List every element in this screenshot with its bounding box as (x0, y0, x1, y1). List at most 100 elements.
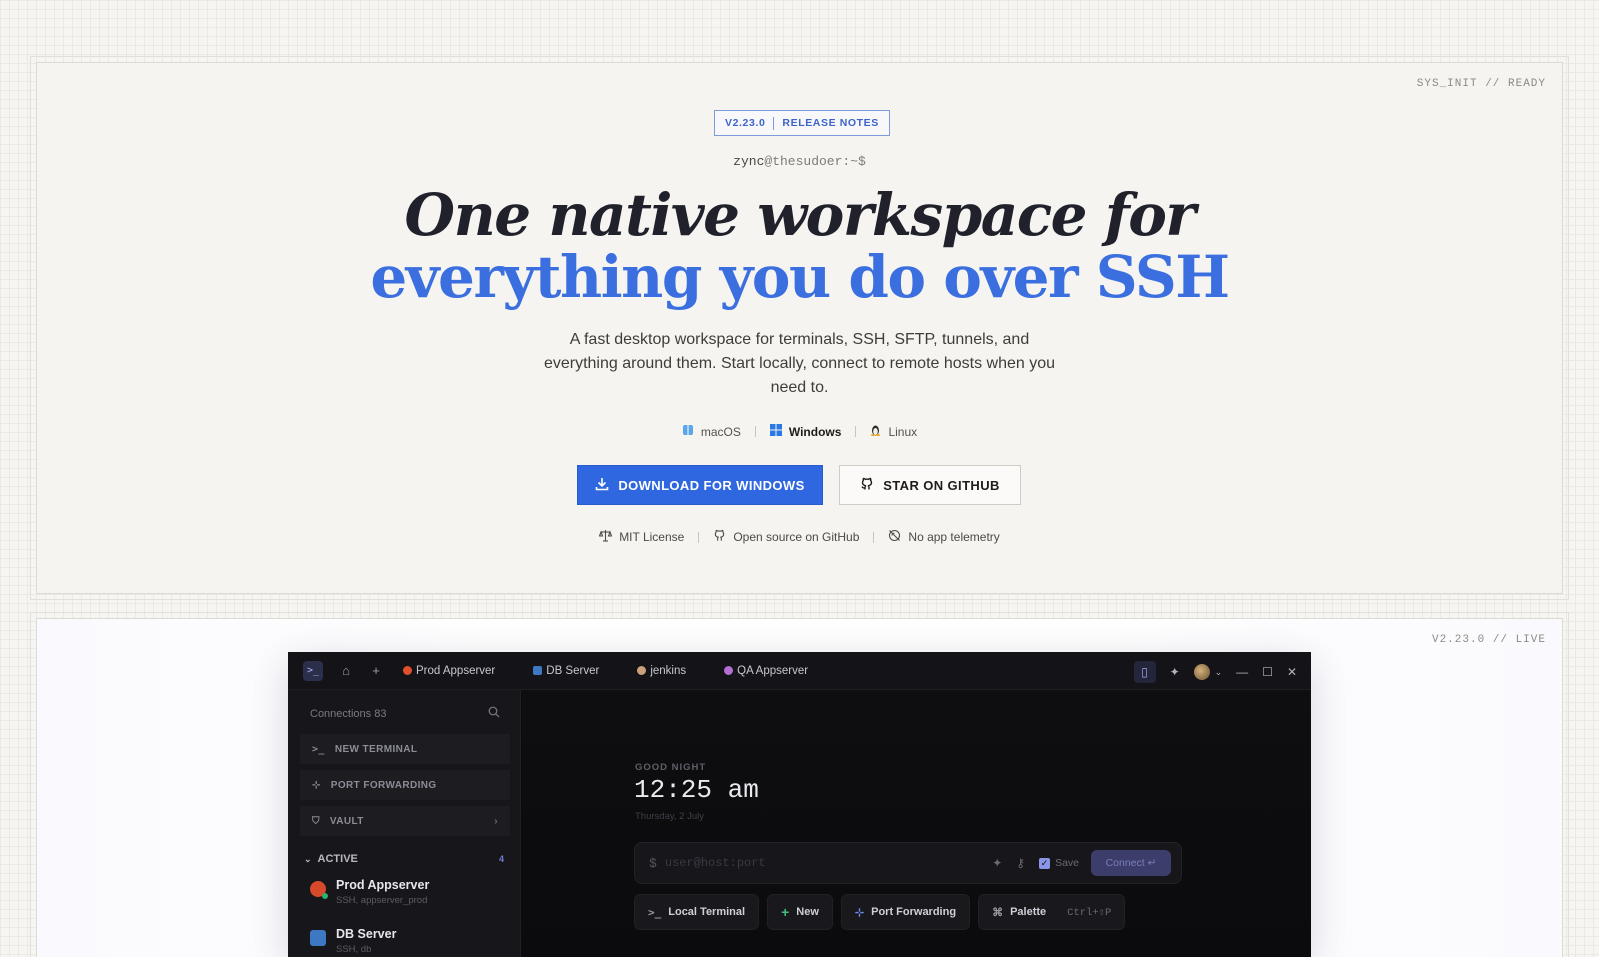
tab-prod-appserver[interactable]: Prod Appserver (403, 665, 495, 677)
checkbox-checked-icon: ✓ (1039, 857, 1051, 869)
headline-line-2: everything you do over SSH (370, 243, 1230, 311)
scale-icon (598, 529, 613, 545)
online-status-dot (322, 893, 328, 899)
active-label: ACTIVE (317, 853, 358, 865)
platform-label: Linux (888, 424, 918, 439)
connections-label: Connections 83 (310, 707, 387, 720)
app-logo-icon: >_ (303, 660, 323, 681)
sidebar: Connections 83 >_ NEW TERMINAL ⊹ PORT FO… (288, 690, 521, 957)
connection-item-db-server[interactable]: DB Server SSH, db (310, 927, 396, 955)
quick-action-label: New (796, 906, 819, 918)
download-icon (595, 477, 609, 494)
page-title: One native workspace for everything you … (0, 184, 1599, 308)
sparkle-icon[interactable]: ✦ (992, 856, 1002, 870)
save-checkbox[interactable]: ✓ Save (1039, 857, 1079, 869)
minimize-icon[interactable]: — (1236, 665, 1248, 679)
account-menu[interactable]: ⌄ (1193, 664, 1223, 680)
database-icon (310, 930, 326, 946)
save-label: Save (1055, 857, 1079, 869)
open-source-badge[interactable]: Open source on GitHub (713, 529, 859, 545)
telemetry-badge: No app telemetry (888, 529, 1000, 545)
plus-icon[interactable]: + (369, 663, 383, 678)
app-window-screenshot: >_ ⌂ + Prod Appserver DB Server jenkins … (288, 652, 1311, 957)
tab-db-server[interactable]: DB Server (533, 665, 599, 677)
tab-label: DB Server (546, 664, 600, 677)
sparkle-icon[interactable]: ✦ (1170, 665, 1180, 679)
welcome-panel: GOOD NIGHT 12:25 am Thursday, 2 July $ u… (522, 690, 1311, 957)
release-notes-link[interactable]: RELEASE NOTES (782, 117, 878, 129)
hero-subtitle: A fast desktop workspace for terminals, … (543, 331, 1056, 396)
linux-icon (870, 424, 881, 439)
version-tag: V2.23.0 // LIVE (1431, 634, 1546, 646)
host-input-placeholder[interactable]: user@host:port (665, 856, 992, 870)
title-bar: >_ ⌂ + Prod Appserver DB Server jenkins … (288, 652, 1311, 690)
version-label: V2.23.0 (725, 117, 766, 129)
release-notes-badge[interactable]: V2.23.0 RELEASE NOTES (714, 110, 890, 136)
command-icon: ⌘ (992, 906, 1004, 919)
divider (754, 426, 756, 437)
date: Thursday, 2 July (635, 811, 704, 822)
tab-jenkins[interactable]: jenkins (637, 665, 686, 677)
connections-search[interactable]: Connections 83 (300, 700, 510, 727)
close-icon[interactable]: ✕ (1287, 665, 1297, 679)
new-connection-button[interactable]: + New (767, 894, 833, 930)
shield-icon: ⛉ (312, 815, 320, 827)
no-tracking-icon (888, 529, 901, 545)
chevron-right-icon: › (494, 815, 498, 827)
tab-qa-appserver[interactable]: QA Appserver (724, 665, 808, 677)
window-controls: ▯ ✦ ⌄ — ☐ ✕ (1133, 661, 1297, 683)
avatar (1193, 664, 1210, 680)
quick-action-label: Palette (1010, 906, 1047, 918)
database-icon (533, 666, 543, 675)
jenkins-icon (637, 666, 647, 675)
connection-detail: SSH, appserver_prod (336, 895, 428, 906)
home-icon[interactable]: ⌂ (339, 663, 353, 678)
status-tag: SYS_INIT // READY (1416, 78, 1546, 90)
github-label: STAR ON GITHUB (883, 477, 1000, 493)
active-count-badge: 4 (498, 854, 504, 864)
sidebar-toggle-icon[interactable]: ▯ (1133, 661, 1156, 683)
greeting: GOOD NIGHT (635, 762, 707, 773)
divider (855, 426, 857, 437)
network-icon: ⊹ (312, 779, 321, 791)
clock: 12:25 am (634, 775, 759, 805)
vault-button[interactable]: ⛉ VAULT › (300, 806, 510, 836)
terminal-icon: >_ (312, 743, 325, 755)
github-star-button[interactable]: STAR ON GITHUB (839, 465, 1021, 505)
command-palette-button[interactable]: ⌘ Palette Ctrl+⇧P (978, 894, 1126, 930)
debian-icon (403, 666, 412, 675)
quick-connect-input[interactable]: $ user@host:port ✦ ⚷ ✓ Save Connect ↵ (634, 842, 1182, 884)
local-terminal-button[interactable]: >_ Local Terminal (634, 894, 760, 930)
key-icon[interactable]: ⚷ (1016, 856, 1025, 870)
chevron-down-icon: ⌄ (1214, 666, 1223, 677)
new-terminal-label: NEW TERMINAL (334, 743, 418, 755)
platform-selector: macOS Windows Linux (0, 424, 1599, 439)
download-label: DOWNLOAD FOR WINDOWS (618, 477, 805, 493)
connect-button[interactable]: Connect ↵ (1091, 850, 1171, 876)
debian-icon (310, 881, 328, 899)
platform-linux[interactable]: Linux (870, 424, 917, 439)
maximize-icon[interactable]: ☐ (1262, 665, 1273, 679)
trust-badges: MIT License Open source on GitHub No app… (0, 529, 1599, 545)
connection-item-prod-appserver[interactable]: Prod Appserver SSH, appserver_prod (310, 878, 429, 906)
platform-macos[interactable]: macOS (682, 424, 741, 439)
platform-label: Windows (788, 424, 842, 439)
download-button[interactable]: DOWNLOAD FOR WINDOWS (577, 465, 823, 505)
license-label: MIT License (619, 530, 685, 544)
new-terminal-button[interactable]: >_ NEW TERMINAL (300, 734, 510, 764)
prompt-user: zync (733, 154, 765, 169)
headline-line-1: One native workspace for (404, 181, 1196, 249)
port-forwarding-button[interactable]: ⊹ PORT FORWARDING (300, 770, 510, 800)
github-icon (713, 529, 726, 545)
divider (773, 116, 775, 130)
chevron-down-icon: ⌄ (304, 853, 312, 864)
platform-label: macOS (700, 424, 741, 439)
quick-action-label: Local Terminal (668, 906, 746, 918)
port-forwarding-quick-button[interactable]: ⊹ Port Forwarding (840, 894, 971, 930)
network-icon: ⊹ (854, 906, 865, 919)
active-section-header[interactable]: ⌄ ACTIVE 4 (304, 853, 510, 865)
platform-windows[interactable]: Windows (769, 424, 842, 439)
quick-actions: >_ Local Terminal + New ⊹ Port Forwardin… (634, 894, 1126, 930)
open-source-label: Open source on GitHub (733, 530, 860, 544)
shell-prompt: zync@thesudoer:~$ (0, 154, 1599, 169)
